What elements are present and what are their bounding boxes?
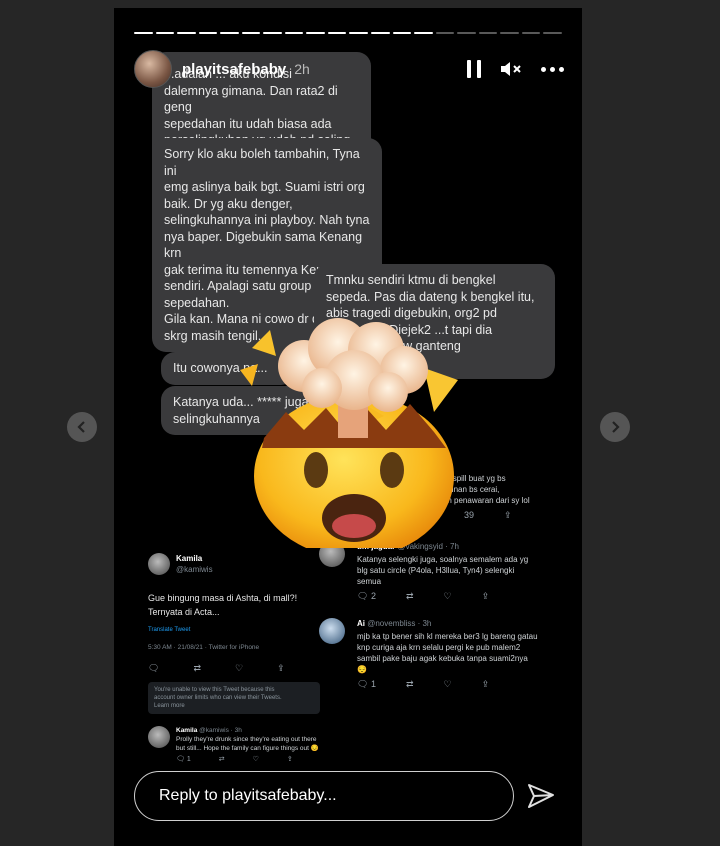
reply-count: 1 bbox=[186, 756, 191, 763]
tweet-author[interactable]: Kamila bbox=[176, 553, 328, 564]
more-icon[interactable] bbox=[541, 66, 564, 72]
progress-segment bbox=[155, 32, 175, 34]
reply-input[interactable]: Reply to playitsafebaby... bbox=[134, 771, 514, 821]
tweet-card: Kamila @kamiwis · 3h Prolly they're drun… bbox=[148, 726, 338, 764]
tweet-handle: @novembliss · 3h bbox=[367, 619, 432, 628]
chevron-right-icon bbox=[612, 421, 620, 433]
translate-link[interactable]: Translate Tweet bbox=[148, 625, 328, 636]
reply-placeholder: Reply to playitsafebaby... bbox=[159, 787, 337, 804]
like-icon[interactable]: ♡ bbox=[253, 755, 259, 764]
tweet-author[interactable]: Ai bbox=[357, 619, 365, 628]
progress-segment bbox=[349, 32, 369, 34]
like-icon[interactable]: ♡ bbox=[444, 591, 452, 602]
progress-segment bbox=[392, 32, 412, 34]
tweet-author[interactable]: Kamila bbox=[176, 727, 197, 734]
avatar[interactable] bbox=[148, 726, 170, 748]
progress-segment bbox=[263, 32, 282, 34]
tweet-handle: @kamiwis · 3h bbox=[199, 727, 242, 734]
retweet-icon[interactable]: ⇄ bbox=[406, 591, 414, 602]
progress-segment bbox=[457, 32, 476, 34]
tweet-card: Ai @novembliss · 3h mjb ka tp bener sih … bbox=[319, 618, 574, 690]
retweet-icon[interactable]: ⇄ bbox=[406, 679, 414, 690]
tweet-handle: @kamiwis bbox=[176, 565, 213, 574]
reply-icon[interactable]: 🗨 1 bbox=[357, 679, 376, 690]
retweet-icon[interactable]: ⇄ bbox=[219, 755, 225, 764]
story-viewer[interactable]: playitsafebaby 2h ...adalah ... aku kond… bbox=[114, 8, 582, 846]
share-icon[interactable]: ⇪ bbox=[287, 755, 293, 764]
progress-segment bbox=[134, 32, 153, 34]
pause-icon[interactable] bbox=[467, 60, 481, 78]
progress-segment bbox=[177, 32, 196, 34]
restricted-notice: You're unable to view this Tweet because… bbox=[148, 682, 320, 714]
progress-segment bbox=[521, 32, 541, 34]
send-icon[interactable] bbox=[526, 781, 556, 811]
tweet-card: Kamila @kamiwis Gue bingung masa di Asht… bbox=[148, 553, 328, 714]
tweet-card: tim jaguar @vakingsyid · 7h Katanya sele… bbox=[319, 541, 569, 602]
prev-story-button[interactable] bbox=[67, 412, 97, 442]
progress-segment bbox=[306, 32, 325, 34]
progress-segment bbox=[414, 32, 433, 34]
story-header: playitsafebaby 2h bbox=[134, 50, 564, 88]
retweet-icon[interactable]: ⇄ bbox=[193, 663, 201, 674]
avatar[interactable] bbox=[134, 50, 172, 88]
progress-segment bbox=[198, 32, 218, 34]
exploding-head-emoji bbox=[240, 318, 458, 548]
progress-segment bbox=[371, 32, 390, 34]
chevron-left-icon bbox=[77, 421, 85, 433]
share-icon[interactable]: ⇪ bbox=[504, 510, 512, 521]
reply-count: 2 bbox=[370, 591, 376, 601]
tweet-text: mjb ka tp bener sih kl mereka ber3 lg ba… bbox=[357, 632, 538, 674]
progress-segment bbox=[543, 32, 562, 34]
progress-segment bbox=[478, 32, 498, 34]
tweet-text: Gue bingung masa di Ashta, di mall?! Ter… bbox=[148, 593, 298, 617]
reply-icon[interactable]: 🗨 2 bbox=[357, 591, 376, 602]
share-icon[interactable]: ⇪ bbox=[277, 663, 285, 674]
mute-icon[interactable] bbox=[499, 59, 523, 79]
reply-count: 1 bbox=[370, 679, 376, 689]
like-icon[interactable]: ♡ bbox=[444, 679, 452, 690]
story-age: 2h bbox=[294, 61, 310, 77]
progress-segment bbox=[284, 32, 304, 34]
next-story-button[interactable] bbox=[600, 412, 630, 442]
story-progress bbox=[134, 32, 562, 35]
progress-segment bbox=[241, 32, 261, 34]
share-icon[interactable]: ⇪ bbox=[482, 591, 490, 602]
reply-icon[interactable]: 🗨 bbox=[148, 663, 159, 674]
tweet-text: Prolly they're drunk since they're eatin… bbox=[176, 736, 319, 752]
story-username[interactable]: playitsafebaby bbox=[182, 61, 286, 78]
progress-segment bbox=[500, 32, 519, 34]
reply-icon[interactable]: 🗨 1 bbox=[176, 755, 191, 764]
progress-segment bbox=[327, 32, 347, 34]
progress-segment bbox=[435, 32, 455, 34]
tweet-text: Katanya selengki juga, soalnya semalem a… bbox=[357, 555, 529, 586]
share-icon[interactable]: ⇪ bbox=[482, 679, 490, 690]
avatar[interactable] bbox=[148, 553, 170, 575]
like-icon[interactable]: ♡ bbox=[235, 663, 243, 674]
progress-segment bbox=[220, 32, 239, 34]
tweet-meta: 5:30 AM · 21/08/21 · Twitter for iPhone bbox=[148, 644, 260, 651]
